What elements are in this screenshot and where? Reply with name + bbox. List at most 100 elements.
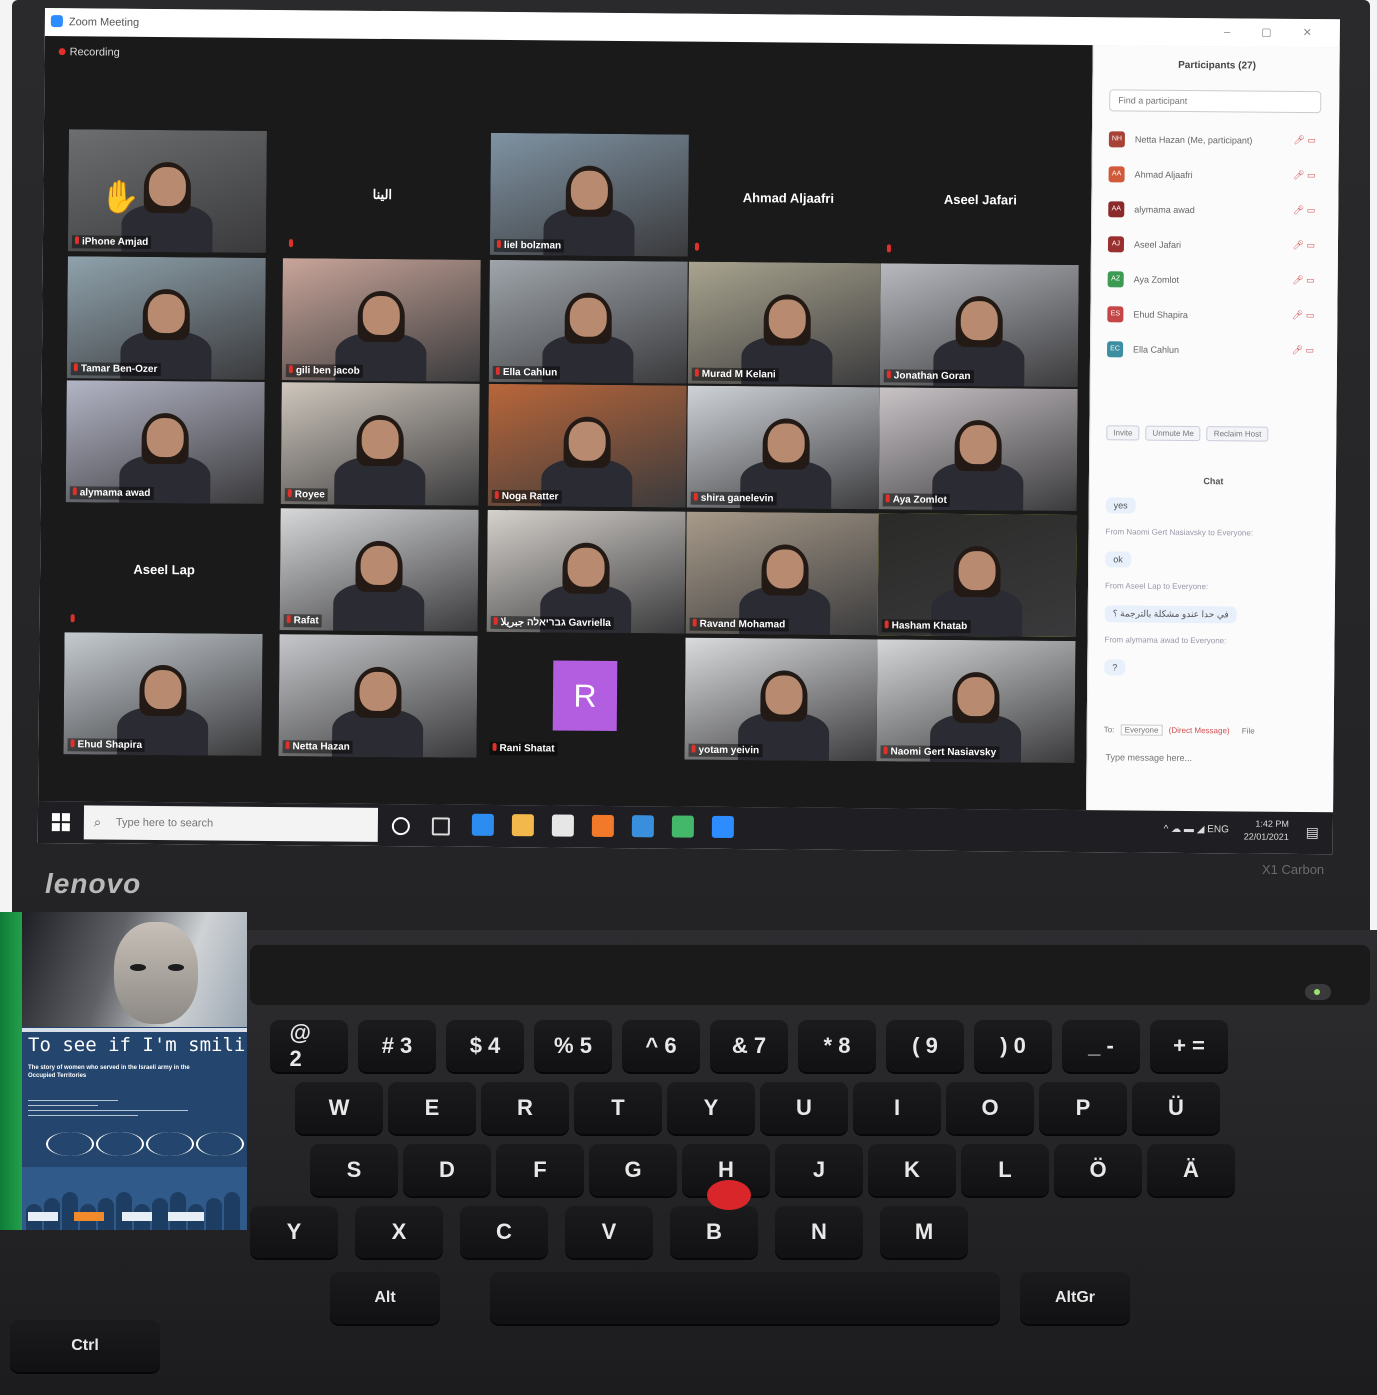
file-explorer-icon[interactable]: [511, 814, 534, 837]
participant-tile[interactable]: Ravand Mohamad: [685, 511, 885, 636]
tray-icons[interactable]: ^ ☁ ▬ ◢ ENG: [1164, 823, 1229, 837]
key[interactable]: ) 0: [974, 1020, 1052, 1072]
widgets-icon[interactable]: [431, 817, 450, 836]
participant-tile[interactable]: Naomi Gert Nasiavsky: [876, 639, 1076, 764]
file-button[interactable]: File: [1242, 726, 1255, 735]
participant-row[interactable]: EC Ella Cahlun 🎤︎ ▭: [1106, 339, 1322, 363]
key[interactable]: Ctrl: [10, 1320, 160, 1372]
participant-row[interactable]: AZ Aya Zomlot 🎤︎ ▭: [1107, 269, 1323, 293]
key[interactable]: C: [460, 1206, 548, 1258]
participant-tile[interactable]: Aya Zomlot: [878, 387, 1078, 512]
key[interactable]: P: [1039, 1082, 1127, 1134]
language-label[interactable]: ENG: [1207, 824, 1229, 835]
participant-row[interactable]: ES Ehud Shapira 🎤︎ ▭: [1107, 304, 1322, 328]
key[interactable]: @ 2: [270, 1020, 348, 1072]
key[interactable]: K: [868, 1144, 956, 1196]
recipient-select[interactable]: Everyone: [1120, 724, 1163, 736]
participant-row[interactable]: AA alymama awad 🎤︎ ▭: [1108, 199, 1323, 223]
key[interactable]: Ö: [1054, 1144, 1142, 1196]
key[interactable]: _ -: [1062, 1020, 1140, 1072]
taskbar-search[interactable]: ⌕: [83, 805, 379, 842]
key[interactable]: * 8: [798, 1020, 876, 1072]
clock-time[interactable]: 1:42 PM: [1244, 817, 1289, 830]
participant-row[interactable]: AA Ahmad Aljaafri 🎤︎ ▭: [1108, 164, 1323, 188]
key[interactable]: Y: [250, 1206, 338, 1258]
key[interactable]: J: [775, 1144, 863, 1196]
invite-button[interactable]: Invite: [1106, 425, 1140, 441]
key[interactable]: # 3: [358, 1020, 436, 1072]
key[interactable]: E: [388, 1082, 476, 1134]
edge-icon[interactable]: [471, 813, 494, 836]
key[interactable]: R: [481, 1082, 569, 1134]
key[interactable]: U: [760, 1082, 848, 1134]
participant-tile[interactable]: yotam yeivin: [684, 637, 884, 762]
participant-tile[interactable]: R Rani Shatat: [485, 635, 685, 760]
green-app-icon[interactable]: [671, 815, 694, 838]
windows-start-icon[interactable]: [51, 813, 70, 832]
participant-tile[interactable]: الينا: [282, 131, 482, 255]
clock-date[interactable]: 22/01/2021: [1244, 830, 1289, 843]
key[interactable]: B: [670, 1206, 758, 1258]
zoom-taskbar-icon[interactable]: [711, 815, 734, 839]
reclaim-host-button[interactable]: Reclaim Host: [1206, 426, 1269, 442]
participant-tile[interactable]: Ella Cahlun: [488, 259, 688, 384]
key[interactable]: X: [355, 1206, 443, 1258]
participant-tile[interactable]: Ahmad Aljaafri: [688, 134, 888, 259]
key[interactable]: Ä: [1147, 1144, 1235, 1196]
key[interactable]: N: [775, 1206, 863, 1258]
key[interactable]: ^ 6: [622, 1020, 700, 1072]
key[interactable]: AltGr: [1020, 1272, 1130, 1324]
key[interactable]: + =: [1150, 1020, 1228, 1072]
participant-row[interactable]: NH Netta Hazan (Me, participant) 🎤︎ ▭: [1108, 129, 1324, 153]
key[interactable]: W: [295, 1082, 383, 1134]
participant-search[interactable]: [1109, 89, 1322, 114]
media-player-icon[interactable]: [631, 815, 654, 838]
key[interactable]: M: [880, 1206, 968, 1258]
participant-tile[interactable]: Tamar Ben-Ozer: [66, 256, 266, 380]
key[interactable]: ( 9: [886, 1020, 964, 1072]
taskbar-search-input[interactable]: [113, 805, 369, 842]
key[interactable]: G: [589, 1144, 677, 1196]
key[interactable]: S: [310, 1144, 398, 1196]
participant-tile[interactable]: Ehud Shapira: [63, 632, 263, 756]
participant-tile[interactable]: iPhone Amjad ✋: [67, 129, 267, 253]
key[interactable]: V: [565, 1206, 653, 1258]
key[interactable]: T: [574, 1082, 662, 1134]
participant-tile[interactable]: Aseel Jafari: [880, 136, 1080, 261]
task-view-icon[interactable]: [391, 817, 410, 836]
participant-tile[interactable]: Royee: [280, 382, 480, 506]
participant-tile[interactable]: liel bolzman: [489, 132, 689, 257]
participant-search-input[interactable]: [1110, 90, 1311, 113]
participant-tile[interactable]: shira ganelevin: [686, 385, 886, 510]
chat-input[interactable]: [1103, 751, 1308, 766]
notifications-icon[interactable]: ▤: [1306, 824, 1319, 841]
key[interactable]: & 7: [710, 1020, 788, 1072]
participant-tile[interactable]: Hasham Khatab: [877, 513, 1077, 638]
key[interactable]: Ü: [1132, 1082, 1220, 1134]
participant-tile[interactable]: Aseel Lap: [64, 506, 264, 630]
store-icon[interactable]: [551, 814, 574, 837]
key[interactable]: F: [496, 1144, 584, 1196]
participant-tile[interactable]: Netta Hazan: [278, 634, 478, 758]
participant-tile[interactable]: Murad M Kelani: [687, 261, 887, 386]
participant-tile[interactable]: Rafat: [279, 508, 479, 632]
key[interactable]: $ 4: [446, 1020, 524, 1072]
space-key[interactable]: [490, 1272, 1000, 1324]
window-controls[interactable]: – ▢ ✕: [1224, 25, 1326, 39]
unmute-me-button[interactable]: Unmute Me: [1145, 425, 1201, 442]
participant-row[interactable]: AJ Aseel Jafari 🎤︎ ▭: [1107, 234, 1323, 258]
key[interactable]: I: [853, 1082, 941, 1134]
key[interactable]: D: [403, 1144, 491, 1196]
participant-tile[interactable]: gili ben jacob: [281, 258, 481, 382]
participant-tile[interactable]: Jonathan Goran: [879, 263, 1079, 388]
key[interactable]: % 5: [534, 1020, 612, 1072]
trackpoint-nub[interactable]: [707, 1180, 751, 1210]
participant-tile[interactable]: Noga Ratter: [487, 383, 687, 508]
key[interactable]: Y: [667, 1082, 755, 1134]
key[interactable]: O: [946, 1082, 1034, 1134]
participant-tile[interactable]: alymama awad: [65, 380, 265, 504]
key[interactable]: L: [961, 1144, 1049, 1196]
key[interactable]: Alt: [330, 1272, 440, 1324]
participant-tile[interactable]: גבריאלה جبريلا Gavriella: [486, 509, 686, 634]
firefox-icon[interactable]: [591, 814, 614, 837]
